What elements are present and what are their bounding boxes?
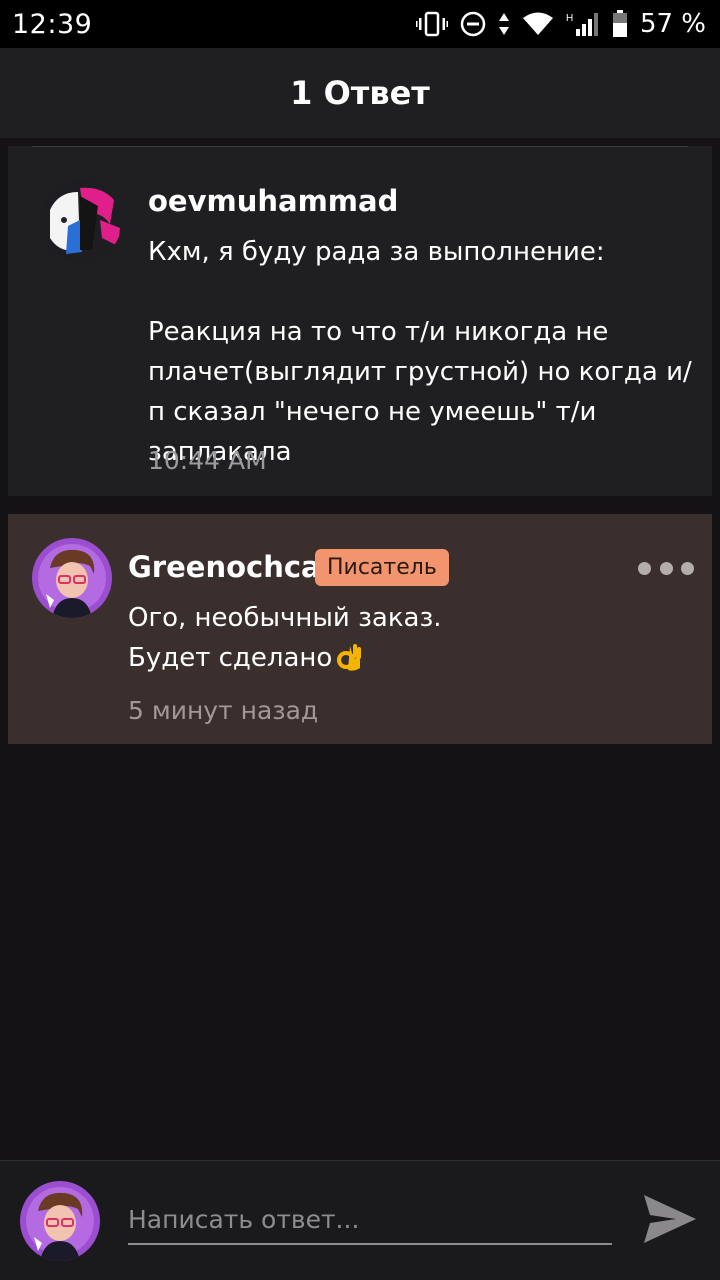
post-body: Кхм, я буду рада за выполнение: Реакция … <box>148 237 692 467</box>
role-badge: Писатель <box>315 549 449 586</box>
status-time: 12:39 <box>12 8 93 40</box>
reply-timestamp: 5 минут назад <box>128 696 319 725</box>
page-title: 1 Ответ <box>290 74 430 112</box>
dot-icon <box>681 561 694 575</box>
post-username[interactable]: oevmuhammad <box>148 184 398 218</box>
data-arrows-icon <box>498 11 510 37</box>
send-button[interactable] <box>640 1191 700 1251</box>
post-timestamp: 10:44 AM <box>148 446 267 475</box>
reply-line-text: Будет сделано <box>128 643 333 673</box>
battery-icon <box>612 10 628 38</box>
svg-text:H: H <box>566 13 573 24</box>
status-bar: 12:39 H 57 % <box>0 0 720 48</box>
battery-percent: 57 % <box>639 9 706 39</box>
avatar[interactable] <box>32 538 112 618</box>
reply-line: Ого, необычный заказ. <box>128 603 442 633</box>
original-post: oevmuhammad Кхм, я буду рада за выполнен… <box>8 146 712 496</box>
wifi-icon <box>522 12 554 36</box>
more-options-button[interactable] <box>638 554 694 582</box>
reply-line-with-emoji: Будет сделано <box>128 638 688 678</box>
compose-bar <box>0 1160 720 1280</box>
reply-body: Ого, необычный заказ. Будет сделано <box>128 598 688 678</box>
ok-hand-icon <box>336 642 362 672</box>
reply-username[interactable]: Greenochca <box>128 550 321 584</box>
send-icon <box>642 1193 698 1249</box>
vibrate-icon <box>415 11 448 37</box>
do-not-disturb-icon <box>460 11 486 37</box>
status-icons: H 57 % <box>415 9 706 39</box>
reply-input[interactable] <box>128 1195 612 1245</box>
cell-signal-icon: H <box>566 11 600 37</box>
reply-comment: Greenochca Писатель Ого, необычный заказ… <box>8 514 712 744</box>
divider <box>32 146 688 147</box>
header: 1 Ответ <box>0 48 720 138</box>
dot-icon <box>659 561 673 575</box>
avatar[interactable] <box>40 180 122 262</box>
dot-icon <box>638 561 651 575</box>
current-user-avatar <box>20 1181 100 1261</box>
